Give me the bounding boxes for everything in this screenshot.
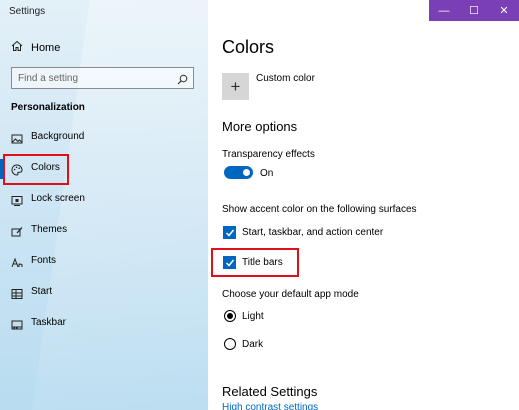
sidebar-item-fonts[interactable]: Fonts [0, 250, 208, 274]
image-icon [11, 132, 23, 144]
section-title-personalization: Personalization [11, 102, 85, 113]
start-grid-icon [11, 287, 23, 299]
sidebar-item-colors[interactable]: Colors [0, 157, 208, 181]
search-icon[interactable] [177, 72, 188, 90]
checkmark-icon [225, 259, 234, 267]
sidebar-item-label: Start [31, 286, 53, 297]
transparency-state: On [260, 168, 274, 179]
checkbox-start-taskbar[interactable] [223, 226, 236, 239]
palette-icon [11, 163, 23, 176]
sidebar-item-label: Lock screen [31, 193, 85, 204]
checkbox-title-bars[interactable] [223, 256, 236, 269]
main-content: Colors + Custom color More options Trans… [208, 0, 519, 410]
radio-light-label[interactable]: Light [242, 311, 264, 322]
sidebar-item-lock-screen[interactable]: Lock screen [0, 188, 208, 212]
high-contrast-link[interactable]: High contrast settings [222, 402, 342, 410]
sidebar-item-label: Colors [31, 162, 60, 173]
custom-color-button[interactable]: + [222, 73, 249, 100]
taskbar-icon [11, 318, 23, 330]
accent-surfaces-label: Show accent color on the following surfa… [222, 204, 417, 215]
custom-color-label[interactable]: Custom color [256, 73, 315, 84]
sidebar-item-label: Themes [31, 224, 68, 235]
sidebar-item-label: Background [31, 131, 85, 142]
app-title: Settings [9, 6, 46, 17]
checkbox-title-bars-label[interactable]: Title bars [242, 257, 283, 268]
toggle-knob [243, 169, 250, 176]
sidebar-item-label: Fonts [31, 255, 57, 266]
more-options-heading: More options [222, 119, 298, 134]
plus-icon: + [230, 76, 241, 96]
sidebar-item-label: Taskbar [31, 317, 67, 328]
themes-brush-icon [11, 225, 23, 237]
sidebar-item-start[interactable]: Start [0, 281, 208, 305]
sidebar-item-taskbar[interactable]: Taskbar [0, 312, 208, 336]
radio-dark[interactable] [224, 338, 236, 350]
radio-light[interactable] [224, 310, 236, 322]
home-icon [11, 39, 23, 57]
checkmark-icon [225, 229, 234, 237]
lock-screen-icon [11, 194, 23, 206]
fonts-icon [11, 256, 23, 268]
page-title: Colors [222, 37, 275, 57]
radio-dark-label[interactable]: Dark [242, 339, 263, 350]
app-mode-label: Choose your default app mode [222, 289, 359, 300]
home-nav-item[interactable]: Home [11, 40, 60, 56]
related-settings-heading: Related Settings [222, 384, 318, 399]
sidebar: Settings Home Personalization Background… [0, 0, 208, 410]
home-label: Home [31, 42, 61, 54]
transparency-toggle[interactable] [224, 166, 253, 179]
transparency-label: Transparency effects [222, 149, 315, 160]
checkbox-start-taskbar-label[interactable]: Start, taskbar, and action center [242, 227, 383, 238]
sidebar-item-background[interactable]: Background [0, 126, 208, 150]
search-box[interactable] [11, 67, 194, 89]
search-input[interactable] [12, 68, 174, 89]
sidebar-item-themes[interactable]: Themes [0, 219, 208, 243]
